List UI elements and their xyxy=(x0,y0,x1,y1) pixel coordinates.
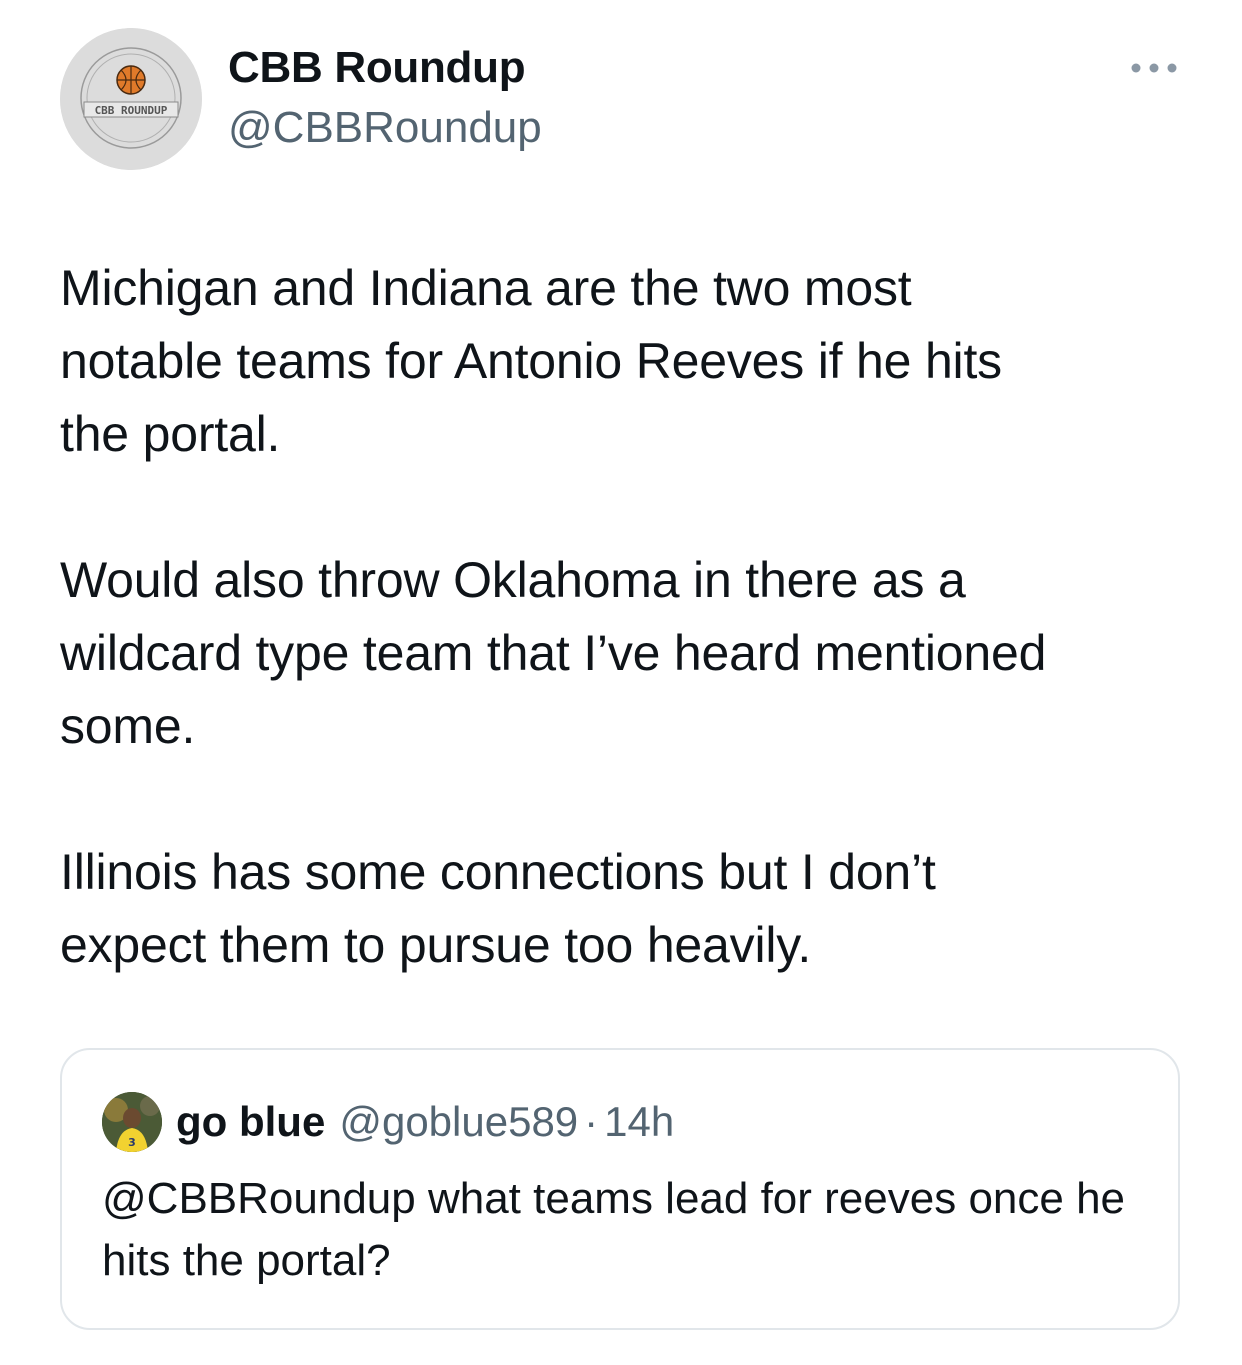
quoted-separator: · xyxy=(584,1098,599,1145)
quoted-author-name[interactable]: go blue xyxy=(176,1098,325,1146)
quoted-timestamp[interactable]: 14h xyxy=(604,1098,674,1146)
author-display-name[interactable]: CBB Roundup xyxy=(228,42,526,94)
more-horizontal-icon xyxy=(1131,63,1177,73)
avatar-logo-text: CBB ROUNDUP xyxy=(95,104,168,117)
tweet-body: Michigan and Indiana are the two most no… xyxy=(60,252,1190,982)
player-photo-icon: 3 xyxy=(102,1092,162,1152)
tweet-paragraph: Michigan and Indiana are the two most no… xyxy=(60,260,1002,462)
more-options-button[interactable] xyxy=(1126,50,1182,86)
quoted-author-handle[interactable]: @goblue589 xyxy=(339,1098,578,1146)
tweet-paragraph: Would also throw Oklahoma in there as a … xyxy=(60,552,1047,754)
author-handle[interactable]: @CBBRoundup xyxy=(228,102,542,154)
author-avatar[interactable]: CBB ROUNDUP xyxy=(60,28,202,170)
quoted-tweet-text: @CBBRoundup what teams lead for reeves o… xyxy=(102,1174,1126,1285)
tweet-paragraph: Illinois has some connections but I don’… xyxy=(60,844,936,973)
svg-text:3: 3 xyxy=(128,1136,136,1149)
quoted-tweet-header: 3 go blue @goblue589 · 14h xyxy=(102,1092,674,1152)
quoted-tweet-card[interactable]: 3 go blue @goblue589 · 14h @CBBRoundup w… xyxy=(60,1048,1180,1330)
basketball-logo-icon: CBB ROUNDUP xyxy=(60,28,202,170)
quoted-author-avatar[interactable]: 3 xyxy=(102,1092,162,1152)
